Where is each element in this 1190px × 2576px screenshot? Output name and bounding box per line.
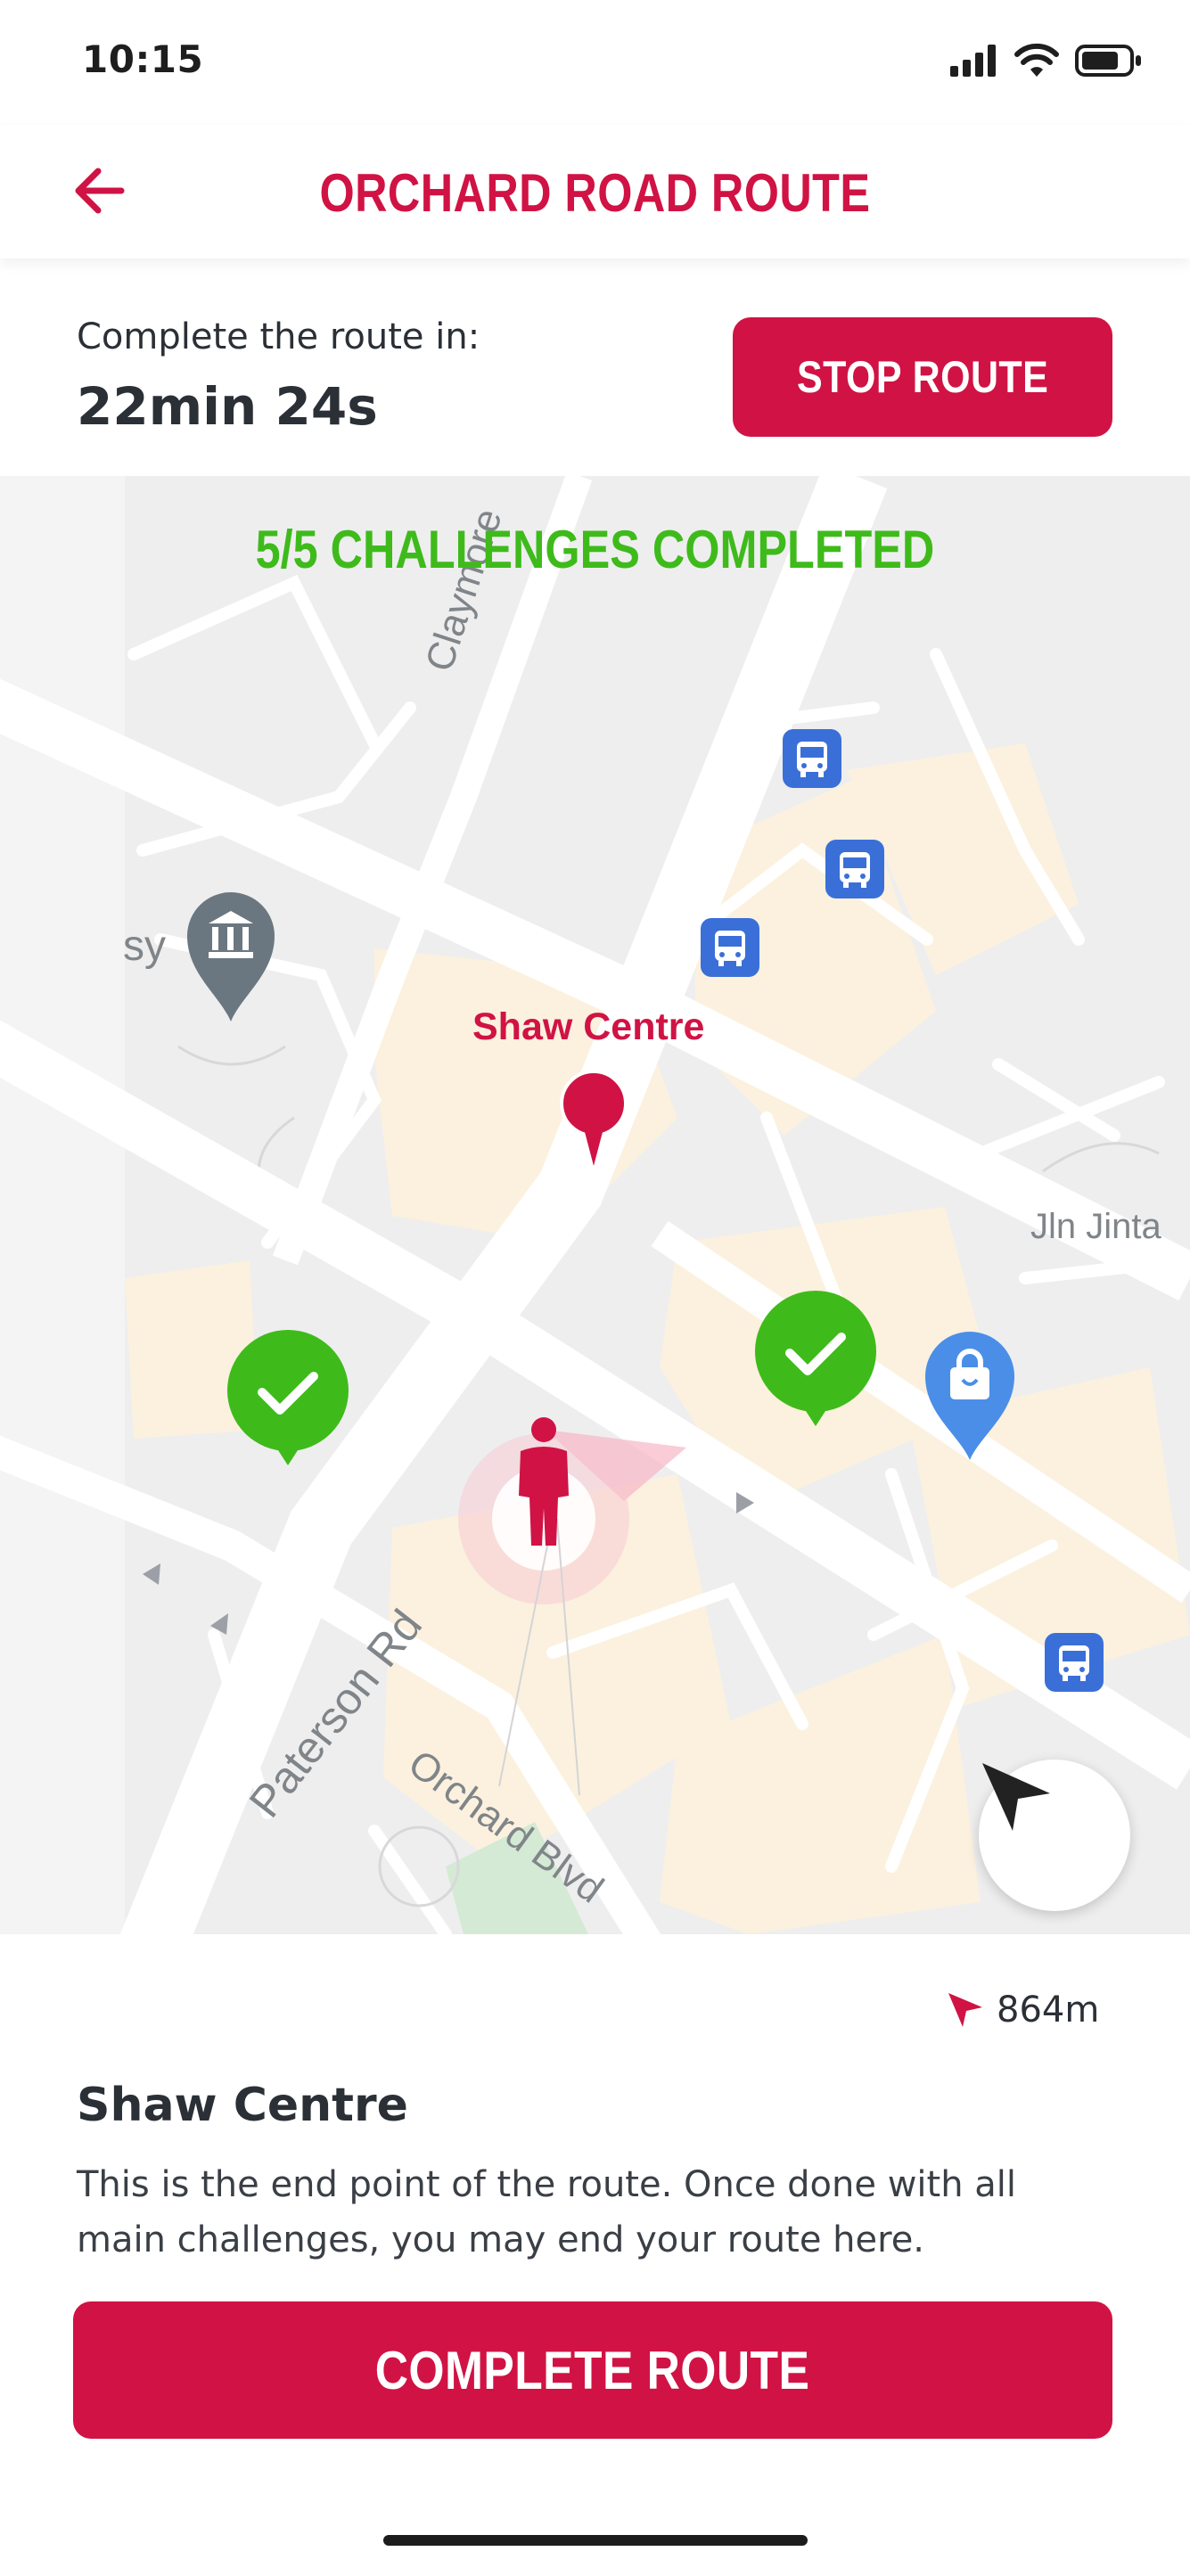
home-indicator[interactable] — [383, 2535, 808, 2546]
status-bar: 10:15 — [0, 0, 1190, 125]
bus-stop-icon[interactable] — [1043, 1631, 1105, 1694]
battery-icon — [1075, 45, 1141, 77]
bottom-sheet: 864m Shaw Centre This is the end point o… — [0, 1934, 1190, 2576]
street-label-jln-jinta: Jln Jinta — [1030, 1207, 1161, 1246]
bus-stop-icon[interactable] — [781, 727, 843, 790]
stop-route-label: STOP ROUTE — [796, 352, 1049, 402]
status-time: 10:15 — [82, 37, 204, 81]
signal-icon — [950, 45, 996, 77]
timer-row: Complete the route in: 22min 24s STOP RO… — [0, 258, 1190, 476]
museum-pin-icon[interactable] — [184, 888, 278, 1025]
navigation-arrow-icon — [982, 1763, 1050, 1831]
destination-title: Shaw Centre — [77, 2079, 408, 2132]
stop-route-button[interactable]: STOP ROUTE — [733, 317, 1112, 437]
complete-route-label: COMPLETE ROUTE — [375, 2340, 810, 2400]
page-title: ORCHARD ROAD ROUTE — [319, 163, 871, 223]
bus-stop-icon[interactable] — [699, 916, 761, 979]
challenges-banner: 5/5 CHALLENGES COMPLETED — [255, 520, 935, 579]
destination-description: This is the end point of the route. Once… — [77, 2164, 1017, 2260]
complete-route-button[interactable]: COMPLETE ROUTE — [73, 2301, 1112, 2439]
map[interactable]: 5/5 CHALLENGES COMPLETED Claymore Jln Ji… — [0, 476, 1190, 1934]
distance-value: 864m — [997, 1989, 1100, 2030]
timer-value: 22min 24s — [77, 376, 378, 437]
timer-label: Complete the route in: — [77, 316, 480, 357]
place-label-shaw-centre: Shaw Centre — [472, 1005, 705, 1048]
map-canvas — [0, 476, 1190, 1934]
destination-pin-icon[interactable] — [558, 1068, 629, 1173]
user-location-icon — [519, 1417, 569, 1546]
navigation-arrow-icon — [948, 1993, 982, 2027]
wifi-icon — [1014, 43, 1059, 77]
check-pin-icon[interactable] — [751, 1289, 881, 1430]
street-label-partial: sy — [123, 923, 166, 970]
check-pin-icon[interactable] — [223, 1328, 353, 1469]
header: ORCHARD ROAD ROUTE — [0, 125, 1190, 258]
shopping-bag-pin-icon[interactable] — [923, 1330, 1016, 1462]
distance-indicator: 864m — [947, 1989, 1099, 2030]
bus-stop-icon[interactable] — [824, 838, 886, 900]
recenter-button[interactable] — [979, 1760, 1130, 1911]
